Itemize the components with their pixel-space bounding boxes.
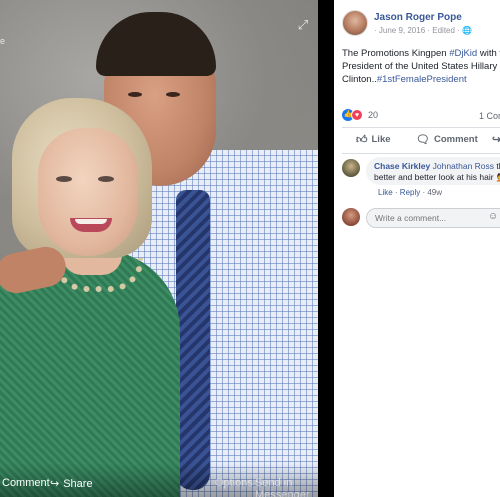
comment-reply-link[interactable]: Reply xyxy=(400,188,420,197)
poster-name[interactable]: Jason Roger Pope xyxy=(374,12,462,23)
post-text-segment: President of the United States Hillary xyxy=(342,61,498,72)
photo-woman-eye-left xyxy=(56,176,72,182)
divider xyxy=(342,153,500,154)
comment-input[interactable] xyxy=(366,208,500,228)
post-text-line: The Promotions Kingpen #DjKid with the xyxy=(342,47,500,60)
avatar[interactable] xyxy=(342,10,368,36)
photo-comment-button[interactable]: Comment xyxy=(2,477,50,489)
globe-icon: 🌐 xyxy=(462,26,473,35)
pane-divider xyxy=(318,0,334,497)
edited-label[interactable]: Edited xyxy=(432,26,455,35)
post-date[interactable]: June 9, 2016 xyxy=(379,26,425,35)
share-icon: ↪ xyxy=(50,478,60,490)
comment-composer: ☺ ◎ xyxy=(342,208,500,228)
photo-viewer[interactable]: e ⤢ Comment ↪ Share Options Send in Mess… xyxy=(0,0,318,497)
like-button[interactable]: 👍︎ Like xyxy=(356,133,391,146)
photo-woman-face xyxy=(38,128,138,256)
comment-bubble: Chase Kirkley Johnathan Ross thes better… xyxy=(366,157,500,185)
hashtag-link[interactable]: #1stFemalePresident xyxy=(377,74,467,85)
love-reaction-icon: ♥ xyxy=(351,109,363,121)
comment-item: Chase Kirkley Johnathan Ross thes better… xyxy=(342,157,500,201)
post-side-pane: Jason Roger Pope · June 9, 2016 · Edited… xyxy=(334,0,500,497)
comment-actions: Like · Reply · 49w xyxy=(378,188,443,197)
comment-count[interactable]: 1 Comm xyxy=(479,111,500,121)
share-button[interactable]: ↪ xyxy=(492,133,500,146)
comment-line: better and better look at his hair 🤦 😂 xyxy=(374,172,500,183)
comment-button-label: Comment xyxy=(433,134,478,145)
post-text-segment: with the xyxy=(479,48,500,59)
send-in-messenger-label: Send in Messenger xyxy=(255,477,310,497)
photo-edge-text: e xyxy=(0,36,6,46)
photo-woman-eye-right xyxy=(98,176,114,182)
photo-options-button[interactable]: Options xyxy=(215,477,253,489)
post-meta: · June 9, 2016 · Edited · 🌐 xyxy=(374,26,473,35)
post-text-segment: The Promotions Kingpen xyxy=(342,48,450,59)
share-arrow-icon: ↪ xyxy=(492,134,500,146)
comment-mention[interactable]: Johnathan Ross xyxy=(433,161,494,171)
expand-icon[interactable]: ⤢ xyxy=(296,18,310,32)
comment-emoji: 🤦 😂 xyxy=(496,173,500,182)
comment-icon: 🗨 xyxy=(416,134,430,146)
avatar[interactable] xyxy=(342,159,360,177)
comment-button[interactable]: 🗨 Comment xyxy=(416,133,478,146)
send-in-messenger-button[interactable]: Send in Messenger xyxy=(255,477,318,497)
post-text-line: Clinton..#1stFemalePresident xyxy=(342,73,500,86)
photo-options-label: Options xyxy=(215,477,253,489)
avatar xyxy=(342,208,360,226)
comment-age[interactable]: 49w xyxy=(427,188,442,197)
post-action-bar: 👍︎ Like 🗨 Comment ↪ xyxy=(342,130,500,152)
hashtag-link[interactable]: #DjKid xyxy=(449,48,477,59)
comment-text: thes xyxy=(496,161,500,171)
post-header: Jason Roger Pope · June 9, 2016 · Edited… xyxy=(342,8,500,40)
emoji-icon[interactable]: ☺ xyxy=(488,211,498,222)
photo-comment-label: Comment xyxy=(2,477,50,489)
post-text-line: President of the United States Hillary xyxy=(342,60,500,73)
photo-man-eye-right xyxy=(166,92,180,97)
photo-share-button[interactable]: ↪ Share xyxy=(50,477,93,491)
comment-like-link[interactable]: Like xyxy=(378,188,393,197)
photo-share-label: Share xyxy=(63,477,93,490)
photo-man-tie xyxy=(176,190,210,490)
reactions-summary[interactable]: 👍 ♥ 20 1 Comm xyxy=(342,109,500,123)
comment-author[interactable]: Chase Kirkley xyxy=(374,161,430,171)
divider xyxy=(342,127,500,128)
like-button-label: Like xyxy=(371,134,391,145)
comment-text: better and better look at his hair xyxy=(374,172,494,182)
photo-man-eye-left xyxy=(128,92,142,97)
reaction-count[interactable]: 20 xyxy=(368,110,378,120)
comment-line: Chase Kirkley Johnathan Ross thes xyxy=(374,161,500,172)
post-text: The Promotions Kingpen #DjKid with the P… xyxy=(342,47,500,86)
post-text-segment: Clinton.. xyxy=(342,74,377,85)
photo-footer: Comment ↪ Share Options Send in Messenge… xyxy=(0,463,318,497)
like-icon: 👍︎ xyxy=(356,134,368,146)
